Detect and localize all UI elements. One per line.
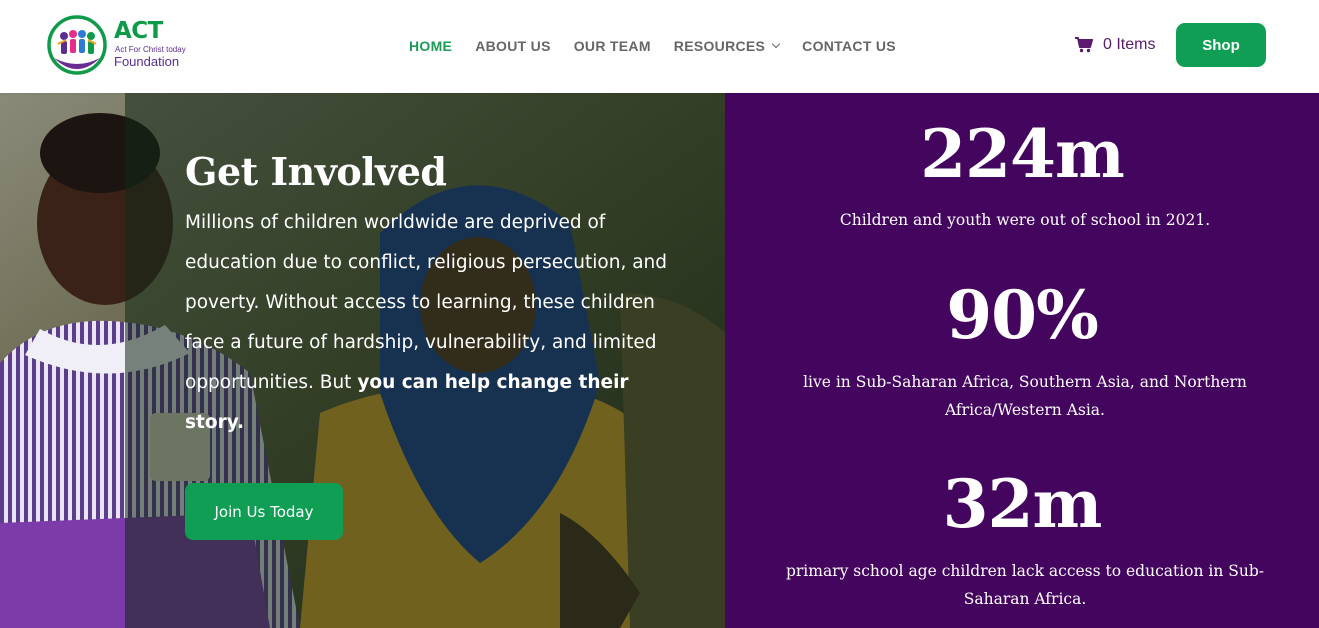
nav-resources[interactable]: RESOURCES xyxy=(673,38,781,54)
statistics-panel: 224m Children and youth were out of scho… xyxy=(725,93,1319,628)
join-us-button[interactable]: Join Us Today xyxy=(185,483,343,540)
stat-text-out-of-school: Children and youth were out of school in… xyxy=(839,211,1211,229)
logo-foundation-text: Foundation xyxy=(114,54,180,69)
logo-children-icon xyxy=(47,15,107,75)
chevron-down-icon xyxy=(771,39,781,49)
cart-count: 0 Items xyxy=(1103,36,1156,53)
logo-act-text: ACT xyxy=(114,18,163,44)
stat-text-sub-saharan: primary school age children lack access … xyxy=(785,562,1265,608)
site-header: ACT Act For Christ today Foundation HOME… xyxy=(0,0,1319,93)
cart-icon xyxy=(1075,37,1093,53)
get-involved-heading: Get Involved xyxy=(185,149,447,194)
shop-button[interactable]: Shop xyxy=(1176,23,1266,67)
stat-value-sub-saharan: 32m xyxy=(942,465,1103,543)
logo-tagline: Act For Christ today xyxy=(115,45,186,54)
nav-resources-label: RESOURCES xyxy=(673,38,766,54)
nav-about-us[interactable]: ABOUT US xyxy=(475,38,551,54)
stat-text-regions: live in Sub-Saharan Africa, Southern Asi… xyxy=(803,373,1247,419)
nav-contact-us[interactable]: CONTACT US xyxy=(802,38,896,54)
main-nav: HOME ABOUT US OUR TEAM RESOURCES CONTACT… xyxy=(409,37,919,55)
stat-value-out-of-school: 224m xyxy=(920,115,1125,193)
nav-home[interactable]: HOME xyxy=(409,38,452,54)
nav-our-team[interactable]: OUR TEAM xyxy=(574,38,651,54)
cart-link[interactable]: 0 Items xyxy=(1075,36,1155,54)
get-involved-section: Get Involved Millions of children worldw… xyxy=(0,93,725,628)
get-involved-text: Millions of children worldwide are depri… xyxy=(185,203,675,443)
stat-value-regions: 90% xyxy=(946,276,1099,354)
logo[interactable]: ACT Act For Christ today Foundation xyxy=(46,14,196,78)
hero-body-text: Millions of children worldwide are depri… xyxy=(185,212,668,393)
